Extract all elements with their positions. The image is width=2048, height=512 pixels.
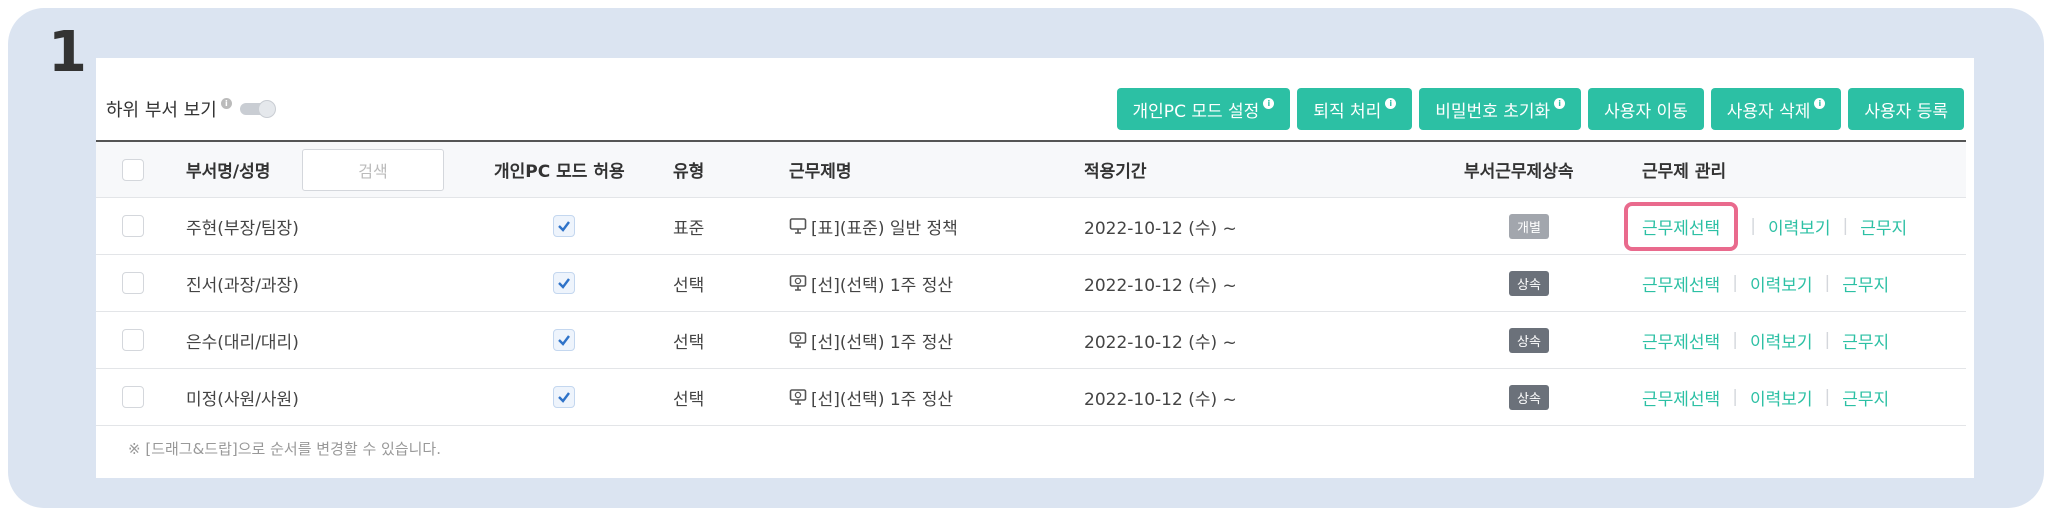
search-input[interactable]: 검색: [302, 148, 444, 191]
button-label: 사용자 등록: [1864, 101, 1948, 122]
inherit-badge: 상속: [1509, 270, 1549, 296]
work-type: 선택: [673, 275, 705, 296]
move-user-button[interactable]: 사용자 이동: [1588, 88, 1704, 130]
subdept-toggle[interactable]: [239, 100, 276, 118]
monitor-clock-icon: [789, 331, 807, 349]
divider: |: [1732, 273, 1738, 293]
divider: |: [1824, 273, 1831, 293]
user-table: 부서명/성명 검색 개인PC 모드 허용 유형 근무제명 적용기간 부서근무제상…: [96, 140, 1966, 426]
row-checkbox[interactable]: [122, 215, 144, 237]
info-icon: i: [1814, 97, 1826, 109]
user-name: 미정(사원/사원): [186, 389, 299, 410]
header-manage: 근무제 관리: [1642, 162, 1727, 182]
delete-user-button[interactable]: 사용자 삭제 i: [1710, 88, 1842, 130]
divider: |: [1732, 330, 1738, 350]
work-name: [선](선택) 1주 정산: [811, 389, 953, 410]
workplace-link[interactable]: 근무지: [1842, 328, 1889, 353]
table-row[interactable]: 은수(대리/대리) 선택 [선](선택) 1주 정산 2022-10-12 (수…: [96, 312, 1966, 369]
select-all-checkbox[interactable]: [122, 158, 144, 181]
row-checkbox[interactable]: [122, 272, 144, 294]
password-reset-button[interactable]: 비밀번호 초기화 i: [1419, 88, 1582, 130]
divider: |: [1824, 330, 1831, 350]
header-inherit: 부서근무제상속: [1464, 162, 1574, 182]
row-checkbox[interactable]: [122, 329, 144, 351]
history-link[interactable]: 이력보기: [1750, 385, 1813, 410]
user-name: 주현(부장/팀장): [186, 218, 299, 239]
select-worktype-link[interactable]: 근무제선택: [1642, 271, 1720, 296]
pc-mode-checkbox[interactable]: [553, 272, 575, 294]
info-icon: i: [1385, 97, 1397, 109]
action-buttons: 개인PC 모드 설정 i 퇴직 처리 i 비밀번호 초기화 i 사용자 이동 사용자 …: [1116, 88, 1964, 130]
monitor-clock-icon: [789, 388, 807, 406]
user-name: 은수(대리/대리): [186, 332, 299, 353]
row-checkbox[interactable]: [122, 386, 144, 408]
divider: |: [1750, 216, 1756, 236]
divider: |: [1824, 387, 1831, 407]
work-name: [선](선택) 1주 정산: [811, 332, 953, 353]
register-user-button[interactable]: 사용자 등록: [1848, 88, 1964, 130]
period: 2022-10-12 (수) ~: [1084, 275, 1237, 296]
header-type: 유형: [673, 162, 705, 182]
header-work-name: 근무제명: [789, 162, 852, 182]
header-pc-mode: 개인PC 모드 허용: [494, 162, 625, 182]
monitor-icon: [789, 217, 807, 235]
pc-mode-checkbox[interactable]: [553, 329, 575, 351]
workplace-link[interactable]: 근무지: [1842, 271, 1889, 296]
check-icon: [558, 335, 570, 346]
period: 2022-10-12 (수) ~: [1084, 332, 1237, 353]
pc-mode-settings-button[interactable]: 개인PC 모드 설정 i: [1116, 88, 1291, 130]
work-type: 선택: [673, 332, 705, 353]
period: 2022-10-12 (수) ~: [1084, 218, 1237, 239]
resign-process-button[interactable]: 퇴직 처리 i: [1297, 88, 1413, 130]
work-name: [표](표준) 일반 정책: [811, 218, 958, 239]
info-icon: i: [220, 97, 232, 109]
work-type: 선택: [673, 389, 705, 410]
inherit-badge: 상속: [1509, 384, 1549, 410]
button-label: 퇴직 처리: [1313, 101, 1382, 122]
select-worktype-link[interactable]: 근무제선택: [1624, 201, 1739, 251]
divider: |: [1842, 216, 1849, 236]
workplace-link[interactable]: 근무지: [1842, 385, 1889, 410]
pc-mode-checkbox[interactable]: [553, 215, 575, 237]
button-label: 비밀번호 초기화: [1435, 101, 1551, 122]
user-name: 진서(과장/과장): [186, 275, 299, 296]
step-number: 1: [48, 20, 87, 85]
check-icon: [558, 392, 570, 403]
button-label: 사용자 삭제: [1726, 101, 1811, 122]
header-name: 부서명/성명: [186, 162, 271, 182]
user-worktype-panel: 하위 부서 보기 i 개인PC 모드 설정 i 퇴직 처리 i 비밀번호 초기화 i …: [96, 58, 1974, 478]
history-link[interactable]: 이력보기: [1750, 328, 1813, 353]
work-type: 표준: [673, 218, 705, 239]
check-icon: [558, 221, 570, 232]
info-icon: i: [1263, 97, 1275, 109]
check-icon: [558, 278, 570, 289]
workplace-link[interactable]: 근무지: [1860, 214, 1907, 239]
history-link[interactable]: 이력보기: [1750, 271, 1813, 296]
monitor-clock-icon: [789, 274, 807, 292]
button-label: 개인PC 모드 설정: [1132, 101, 1260, 122]
divider: |: [1732, 387, 1738, 407]
select-worktype-link[interactable]: 근무제선택: [1642, 328, 1720, 353]
toolbar: 하위 부서 보기 i 개인PC 모드 설정 i 퇴직 처리 i 비밀번호 초기화 i …: [96, 58, 1974, 138]
tutorial-frame: 1 하위 부서 보기 i 개인PC 모드 설정 i 퇴직 처리 i 비밀번호 초기화…: [8, 8, 2044, 508]
period: 2022-10-12 (수) ~: [1084, 389, 1237, 410]
work-name: [선](선택) 1주 정산: [811, 275, 953, 296]
pc-mode-checkbox[interactable]: [553, 386, 575, 408]
table-header: 부서명/성명 검색 개인PC 모드 허용 유형 근무제명 적용기간 부서근무제상…: [96, 140, 1966, 198]
table-row[interactable]: 미정(사원/사원) 선택 [선](선택) 1주 정산 2022-10-12 (수…: [96, 369, 1966, 426]
select-worktype-link[interactable]: 근무제선택: [1642, 385, 1720, 410]
footer-note: ※ [드래그&드랍]으로 순서를 변경할 수 있습니다.: [128, 440, 441, 458]
button-label: 사용자 이동: [1604, 101, 1688, 122]
history-link[interactable]: 이력보기: [1768, 214, 1831, 239]
table-row[interactable]: 진서(과장/과장) 선택 [선](선택) 1주 정산 2022-10-12 (수…: [96, 255, 1966, 312]
subdept-toggle-group: 하위 부서 보기 i: [106, 96, 276, 122]
inherit-badge: 상속: [1509, 327, 1549, 353]
subdept-label: 하위 부서 보기: [106, 100, 217, 121]
info-icon: i: [1554, 97, 1566, 109]
toggle-knob: [257, 100, 276, 118]
table-row[interactable]: 주현(부장/팀장) 표준 [표](표준) 일반 정책 2022-10-12 (수…: [96, 198, 1966, 255]
inherit-badge: 개별: [1509, 213, 1549, 239]
header-period: 적용기간: [1084, 162, 1147, 182]
